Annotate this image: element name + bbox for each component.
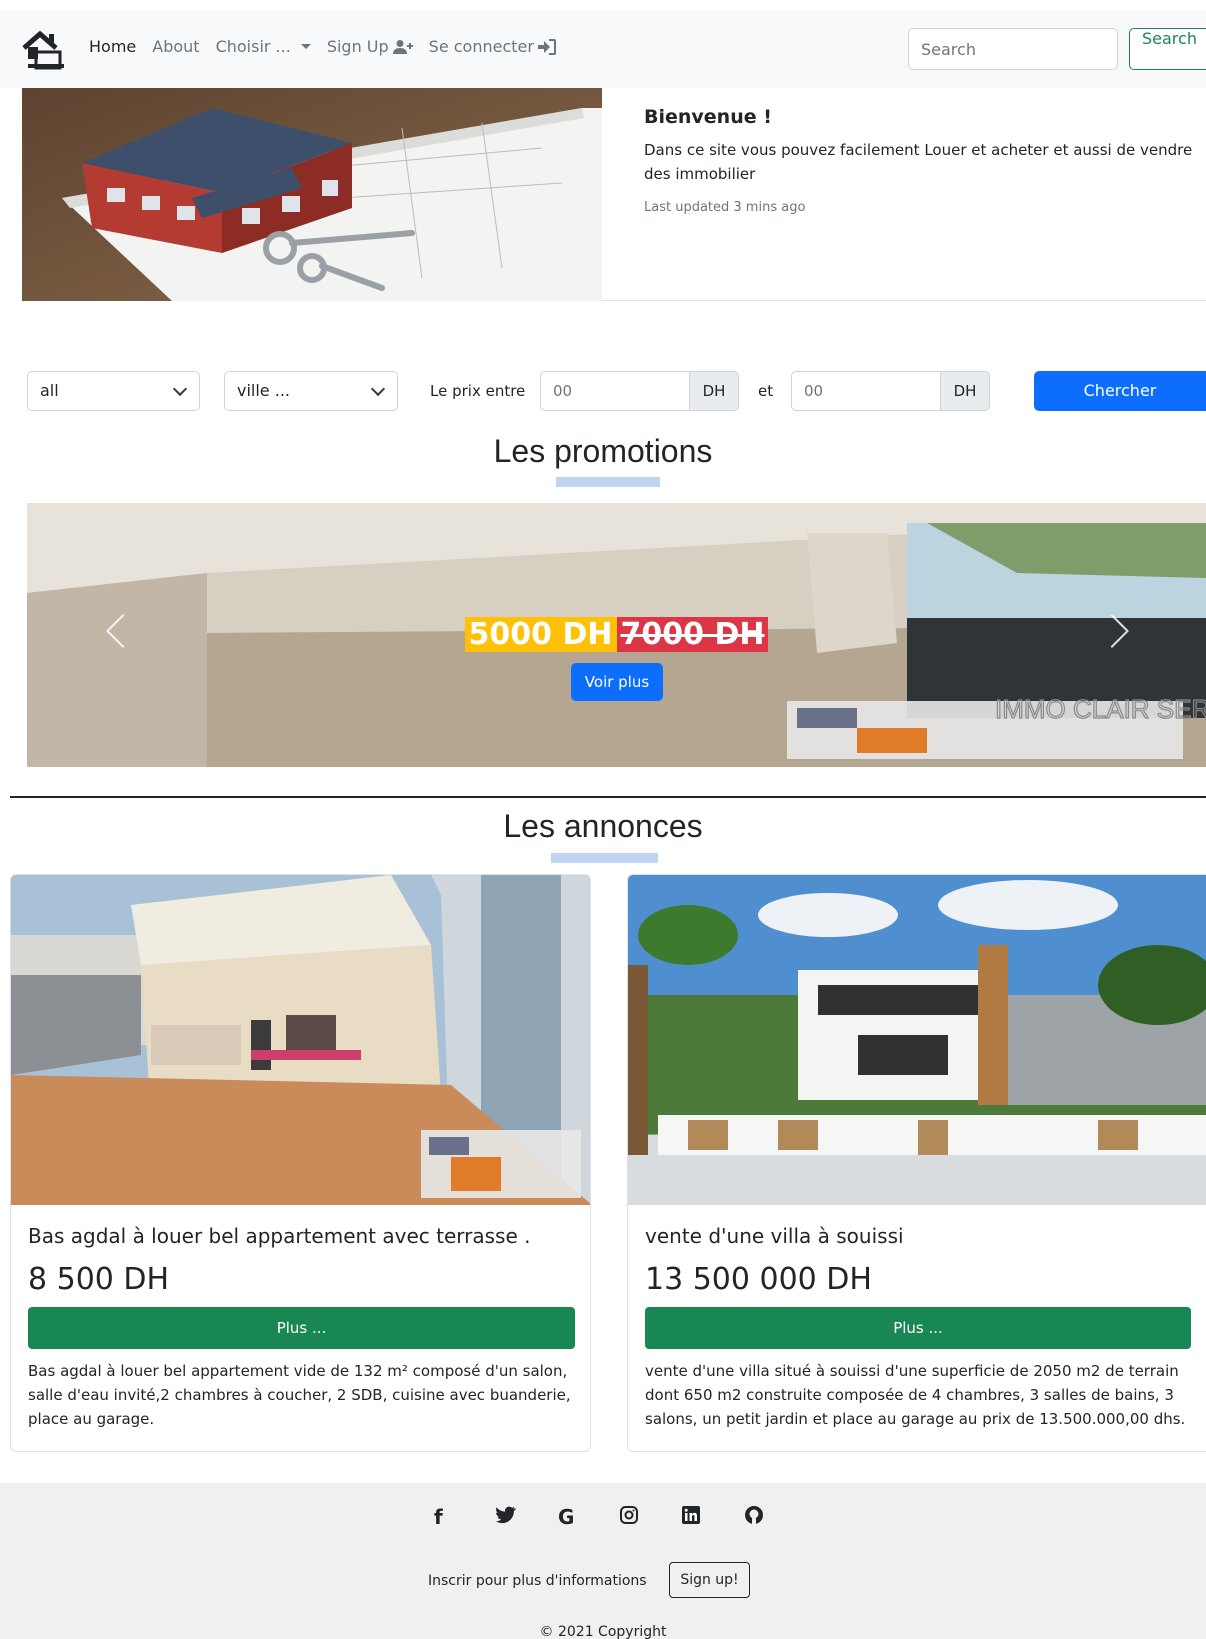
voir-plus-button[interactable]: Voir plus [571,663,663,701]
facebook-icon[interactable]: f [434,1505,496,1530]
listing-description: vente d'une villa situé à souissi d'une … [645,1362,1186,1428]
chevron-down-icon [172,381,188,397]
navbar: Home About Choisir ... Sign Up Se connec… [0,10,1206,88]
sign-in-icon [537,38,556,55]
nav-home[interactable]: Home [89,37,136,56]
price-range-label: Le prix entre [430,382,526,400]
listing-image-terrace [11,875,590,1205]
footer-signup-text: Inscrir pour plus d'informations [428,1573,647,1589]
nav-se-connecter-label: Se connecter [428,37,534,56]
promotion-old-price: 7000 DH [616,617,769,652]
annonces-title: Les annonces [503,808,703,844]
max-price-input[interactable]: 00 [791,371,940,411]
instagram-icon[interactable] [620,1505,682,1530]
type-select-value: all [40,381,59,400]
search-button[interactable]: Search [1129,28,1206,70]
nav-choisir-dropdown[interactable]: Choisir ... [216,37,311,56]
footer-signup-button[interactable]: Sign up! [669,1562,750,1598]
nav-sign-up[interactable]: Sign Up [327,37,413,56]
listing-title: Bas agdal à louer bel appartement avec t… [28,1224,531,1248]
section-divider [10,796,1206,798]
nav-sign-up-label: Sign Up [326,37,389,56]
listing-price: 13 500 000 DH [645,1262,872,1297]
min-price-currency: DH [689,371,739,411]
copyright: © 2021 Copyright [539,1624,667,1639]
google-icon[interactable]: G [558,1505,620,1530]
max-price-currency: DH [940,371,990,411]
plus-button[interactable]: Plus ... [28,1307,575,1349]
type-select[interactable]: all [27,371,200,411]
annonces-underline [551,853,658,863]
and-label: et [758,382,774,400]
nav-about[interactable]: About [152,37,199,56]
welcome-title: Bienvenue ! [644,106,772,128]
twitter-icon[interactable] [496,1505,558,1530]
min-price-input[interactable]: 00 [540,371,689,411]
search-input[interactable] [908,28,1118,70]
listing-card: vente d'une villa à souissi 13 500 000 D… [627,874,1206,1452]
promotion-new-price: 5000 DH [464,617,617,652]
footer: f G Inscrir pour plus d'informations Sig… [0,1483,1206,1639]
plus-button[interactable]: Plus ... [645,1307,1191,1349]
house-model-image [22,88,602,301]
chevron-down-icon [370,381,386,397]
welcome-text: Dans ce site vous pouvez facilement Loue… [644,141,1193,183]
listing-title: vente d'une villa à souissi [645,1224,904,1248]
promotions-title: Les promotions [493,433,713,469]
nav-choisir-label: Choisir ... [215,37,291,56]
chercher-button[interactable]: Chercher [1034,371,1206,411]
watermark-text: IMMO CLAIR SERVICE [995,694,1206,724]
nav-se-connecter[interactable]: Se connecter [429,37,556,56]
listing-price: 8 500 DH [28,1262,170,1297]
home-logo-icon[interactable] [22,30,64,70]
listing-description: Bas agdal à louer bel appartement vide d… [28,1362,571,1428]
github-icon[interactable] [744,1505,806,1530]
listing-image-villa [628,875,1206,1205]
promotions-underline [556,477,660,487]
last-updated: Last updated 3 mins ago [644,200,806,215]
promotion-price: 5000 DH 7000 DH [27,617,1206,652]
city-select-value: ville ... [237,381,290,400]
user-plus-icon [392,39,413,54]
listing-card: Bas agdal à louer bel appartement avec t… [10,874,591,1452]
caret-down-icon [300,44,311,49]
city-select[interactable]: ville ... [224,371,398,411]
promotions-carousel: IMMO CLAIR SERVICE 5000 DH 7000 DH Voir … [27,503,1206,767]
welcome-card: Bienvenue ! Dans ce site vous pouvez fac… [22,88,1206,301]
linkedin-icon[interactable] [682,1505,744,1530]
